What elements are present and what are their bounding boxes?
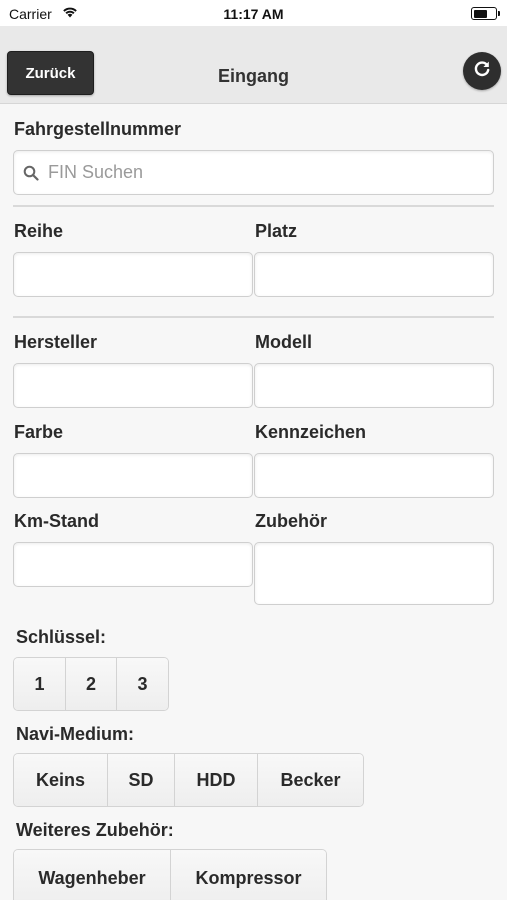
zubehoer-option-kompressor[interactable]: Kompressor	[171, 850, 326, 900]
page-title: Eingang	[218, 66, 289, 86]
status-bar: Carrier 11:17 AM	[0, 0, 507, 26]
battery-icon	[471, 7, 500, 20]
kennzeichen-input[interactable]	[254, 453, 494, 498]
schluessel-option-3[interactable]: 3	[117, 658, 168, 710]
zubehoer-option-wagenheber[interactable]: Wagenheber	[14, 850, 171, 900]
kennzeichen-label: Kennzeichen	[255, 422, 367, 442]
fin-label: Fahrgestellnummer	[14, 119, 182, 139]
search-icon	[22, 164, 40, 182]
navi-option-becker[interactable]: Becker	[258, 754, 363, 806]
schluessel-label: Schlüssel:	[16, 627, 107, 647]
navi-medium-segmented-control: Keins SD HDD Becker	[13, 753, 364, 807]
navigation-bar: Zurück Eingang	[0, 26, 507, 104]
weiteres-zubehoer-label: Weiteres Zubehör:	[16, 820, 174, 840]
platz-label: Platz	[255, 221, 298, 241]
hersteller-input[interactable]	[13, 363, 253, 408]
reihe-input[interactable]	[13, 252, 253, 297]
weiteres-zubehoer-segmented-control: Wagenheber Kompressor	[13, 849, 327, 900]
km-stand-label: Km-Stand	[14, 511, 99, 531]
refresh-icon	[472, 59, 492, 84]
km-stand-input[interactable]	[13, 542, 253, 587]
schluessel-option-2[interactable]: 2	[66, 658, 117, 710]
schluessel-option-1[interactable]: 1	[14, 658, 66, 710]
navi-medium-label: Navi-Medium:	[16, 724, 135, 744]
navi-option-hdd[interactable]: HDD	[175, 754, 258, 806]
hersteller-label: Hersteller	[14, 332, 98, 352]
platz-input[interactable]	[254, 252, 494, 297]
schluessel-segmented-control: 1 2 3	[13, 657, 169, 711]
divider	[13, 205, 494, 207]
navi-option-keins[interactable]: Keins	[14, 754, 108, 806]
farbe-input[interactable]	[13, 453, 253, 498]
zubehoer-textarea[interactable]	[254, 542, 494, 605]
refresh-button[interactable]	[463, 52, 501, 90]
reihe-label: Reihe	[14, 221, 64, 241]
farbe-label: Farbe	[14, 422, 64, 442]
fin-search-input[interactable]: FIN Suchen	[13, 150, 494, 195]
clock: 11:17 AM	[223, 6, 284, 22]
zubehoer-label: Zubehör	[255, 511, 327, 531]
modell-input[interactable]	[254, 363, 494, 408]
navi-option-sd[interactable]: SD	[108, 754, 175, 806]
divider	[13, 316, 494, 318]
modell-label: Modell	[255, 332, 312, 352]
fin-search-placeholder: FIN Suchen	[48, 162, 144, 182]
